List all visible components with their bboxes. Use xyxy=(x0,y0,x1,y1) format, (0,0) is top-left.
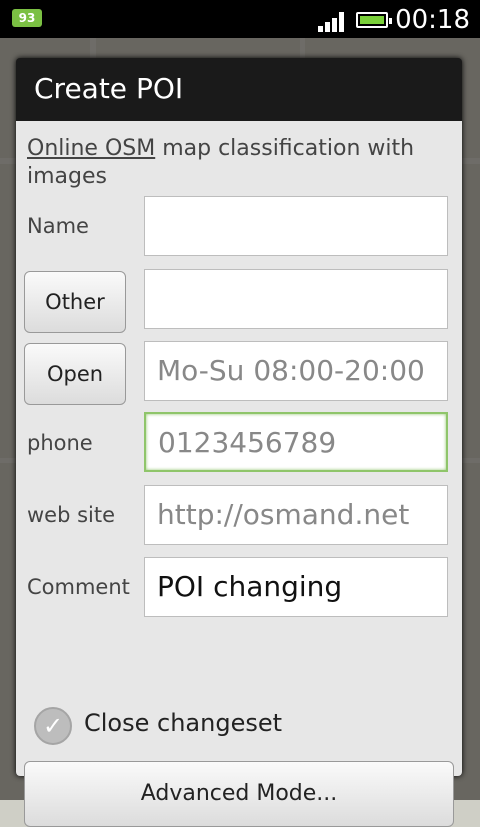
status-bar: 93 00:18 xyxy=(0,0,480,38)
opening-hours-input[interactable]: Mo-Su 08:00-20:00 xyxy=(144,341,448,401)
advanced-mode-button[interactable]: Advanced Mode... xyxy=(24,761,454,827)
classification-text: Online OSM map classification with image… xyxy=(27,135,447,191)
notification-badge: 93 xyxy=(12,9,42,27)
clock: 00:18 xyxy=(395,5,470,35)
close-changeset-label: Close changeset xyxy=(84,709,283,737)
opening-hours-button[interactable]: Open xyxy=(24,343,126,405)
signal-icon xyxy=(318,10,348,32)
phone-label: phone xyxy=(27,431,93,455)
close-changeset-checkbox[interactable]: ✓ xyxy=(34,707,72,745)
type-input[interactable] xyxy=(144,269,448,329)
type-button[interactable]: Other xyxy=(24,271,126,333)
create-poi-dialog: Create POI Online OSM map classification… xyxy=(16,58,462,827)
website-input[interactable]: http://osmand.net xyxy=(144,485,448,545)
name-input[interactable] xyxy=(144,196,448,256)
comment-input[interactable]: POI changing xyxy=(144,557,448,617)
dialog-title: Create POI xyxy=(34,72,184,105)
website-label: web site xyxy=(27,503,116,527)
comment-label: Comment xyxy=(27,575,130,599)
online-osm-link[interactable]: Online OSM xyxy=(27,136,155,161)
battery-icon xyxy=(356,12,392,28)
phone-input[interactable]: 0123456789 xyxy=(144,412,448,472)
dialog-body: Online OSM map classification with image… xyxy=(16,121,462,827)
name-label: Name xyxy=(27,214,89,238)
